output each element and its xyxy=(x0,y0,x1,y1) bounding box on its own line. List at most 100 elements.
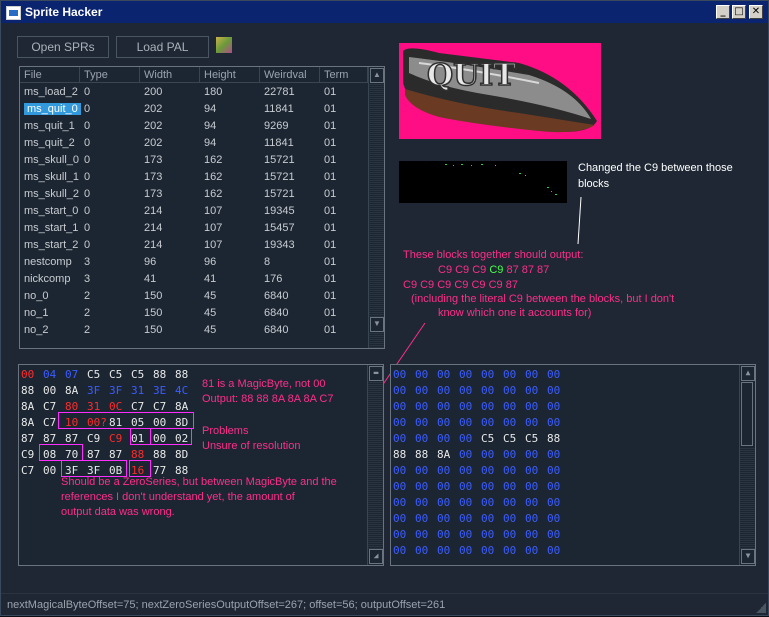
hex-byte: 88 xyxy=(21,384,35,397)
list-row[interactable]: no_2 2 150 45 6840 01 xyxy=(20,322,368,339)
column-type[interactable]: Type xyxy=(80,67,140,83)
scroll-track[interactable] xyxy=(368,381,383,549)
list-row[interactable]: nestcomp 3 96 96 8 01 xyxy=(20,254,368,271)
scroll-thumb[interactable] xyxy=(369,83,384,317)
scroll-thumb[interactable] xyxy=(741,382,753,446)
hex-byte: 00 xyxy=(503,480,517,493)
hex-byte: 8D xyxy=(175,448,189,461)
list-row[interactable]: ms_start_1 0 214 107 15457 01 xyxy=(20,220,368,237)
hex-byte: 00 xyxy=(481,528,495,541)
list-row[interactable]: ms_skull_2 0 173 162 15721 01 xyxy=(20,186,368,203)
status-bar: nextMagicalByteOffset=75; nextZeroSeries… xyxy=(1,593,768,615)
list-cell: 01 xyxy=(324,86,337,98)
sprite-preview: QUIT xyxy=(399,43,601,139)
list-row[interactable]: ms_start_2 0 214 107 19343 01 xyxy=(20,237,368,254)
list-row[interactable]: ms_start_0 0 214 107 19345 01 xyxy=(20,203,368,220)
hex-input-panel[interactable]: 00 04 07 C5 C5 C5 88 88 88 00 8A 3F 3F 31 3E 4C 8A C7 80 31… xyxy=(18,364,384,566)
hex-byte: 00 xyxy=(415,400,429,413)
hex-row: 00 00 00 00 00 00 00 00 xyxy=(393,367,569,383)
hex-byte: 00 xyxy=(525,368,539,381)
list-row[interactable]: ms_quit_1 0 202 94 9269 01 xyxy=(20,118,368,135)
hex-byte: 00 xyxy=(525,416,539,429)
list-cell: 180 xyxy=(204,86,223,98)
list-cell: 94 xyxy=(204,120,217,132)
column-height[interactable]: Height xyxy=(200,67,260,83)
list-cell: 01 xyxy=(324,137,337,149)
list-cell: 214 xyxy=(144,222,163,234)
list-cell: 173 xyxy=(144,171,163,183)
hex-byte: 07 xyxy=(65,368,79,381)
hex-row: 00 00 00 00 00 00 00 00 xyxy=(393,415,569,431)
list-cell: 01 xyxy=(324,256,337,268)
hex-input-scrollbar[interactable]: ▬ ◢ xyxy=(367,365,383,565)
list-row[interactable]: ms_skull_1 0 173 162 15721 01 xyxy=(20,169,368,186)
title-bar[interactable]: Sprite Hacker _ □ ✕ xyxy=(1,1,768,23)
hex-byte: 88 xyxy=(175,368,189,381)
hex-byte: 4C xyxy=(175,384,189,397)
list-cell: 94 xyxy=(204,103,217,115)
scroll-up-arrow[interactable]: ▲ xyxy=(370,68,384,83)
hex-byte: 00 xyxy=(459,480,473,493)
hex-byte: 00 xyxy=(481,480,495,493)
list-row[interactable]: ms_quit_0 0 202 94 11841 01 xyxy=(20,101,368,118)
list-cell: 0 xyxy=(84,120,91,132)
hex-byte: 00 xyxy=(393,432,407,445)
note-changed-line1: Changed the C9 between those xyxy=(578,162,733,174)
status-text: nextMagicalByteOffset=75; nextZeroSeries… xyxy=(7,599,446,611)
hex-output-scrollbar[interactable]: ▲ ▼ xyxy=(739,365,755,565)
list-cell: 176 xyxy=(264,273,283,285)
list-cell: nestcomp xyxy=(24,256,72,268)
hex-byte: 00 xyxy=(547,464,561,477)
scroll-up-arrow[interactable]: ▲ xyxy=(741,366,755,381)
scroll-down-arrow[interactable]: ▼ xyxy=(370,317,384,332)
hex-byte: 00 xyxy=(525,544,539,557)
list-row[interactable]: ms_load_2 0 200 180 22781 01 xyxy=(20,84,368,101)
hex-byte: 00 xyxy=(459,512,473,525)
list-cell: 0 xyxy=(84,239,91,251)
column-width[interactable]: Width xyxy=(140,67,200,83)
maximize-button[interactable]: □ xyxy=(732,5,746,19)
list-cell: 41 xyxy=(144,273,157,285)
list-scrollbar[interactable]: ▲ ▼ xyxy=(368,67,384,348)
scroll-down-arrow[interactable]: ▼ xyxy=(741,549,755,564)
open-sprs-button[interactable]: Open SPRs xyxy=(17,36,109,58)
list-row[interactable]: ms_skull_0 0 173 162 15721 01 xyxy=(20,152,368,169)
minimize-button[interactable]: _ xyxy=(716,5,730,19)
list-cell: 0 xyxy=(84,188,91,200)
hex-byte: 00 xyxy=(547,416,561,429)
load-pal-button[interactable]: Load PAL xyxy=(116,36,209,58)
close-button[interactable]: ✕ xyxy=(749,5,763,19)
list-cell: 6840 xyxy=(264,290,289,302)
hex-byte: C5 xyxy=(109,368,123,381)
list-row[interactable]: no_1 2 150 45 6840 01 xyxy=(20,305,368,322)
list-cell: 19345 xyxy=(264,205,295,217)
list-cell: 202 xyxy=(144,137,163,149)
hex-byte: C9 xyxy=(87,432,101,445)
list-row[interactable]: nickcomp 3 41 41 176 01 xyxy=(20,271,368,288)
hex-byte: 00 xyxy=(393,464,407,477)
list-cell: 22781 xyxy=(264,86,295,98)
list-row[interactable]: ms_quit_2 0 202 94 11841 01 xyxy=(20,135,368,152)
scroll-track[interactable] xyxy=(740,447,755,549)
note-changed-line2: blocks xyxy=(578,178,610,190)
hex-byte: 31 xyxy=(131,384,145,397)
hex-byte: 00 xyxy=(437,384,451,397)
resize-grip[interactable] xyxy=(756,603,766,613)
column-term[interactable]: Term xyxy=(320,67,368,83)
list-cell: 107 xyxy=(204,239,223,251)
list-cell: 15721 xyxy=(264,154,295,166)
list-cell: 2 xyxy=(84,290,91,302)
list-row[interactable]: no_0 2 150 45 6840 01 xyxy=(20,288,368,305)
list-cell: 15457 xyxy=(264,222,295,234)
block-output-preview xyxy=(399,161,567,203)
hex-byte: 3E xyxy=(153,384,167,397)
sprite-file-list[interactable]: File Type Width Height Weirdval Term ms_… xyxy=(19,66,385,349)
hex-output-panel[interactable]: 00 00 00 00 00 00 00 00 00 00 00 00 00 00 00 00 00 00 00 00… xyxy=(390,364,756,566)
list-cell: 107 xyxy=(204,222,223,234)
hex-byte: 00 xyxy=(459,416,473,429)
scroll-up-arrow[interactable]: ▬ xyxy=(369,366,383,381)
column-file[interactable]: File xyxy=(20,67,80,83)
column-weirdval[interactable]: Weirdval xyxy=(260,67,320,83)
hex-byte: 00 xyxy=(547,400,561,413)
palette-icon[interactable] xyxy=(216,37,232,53)
